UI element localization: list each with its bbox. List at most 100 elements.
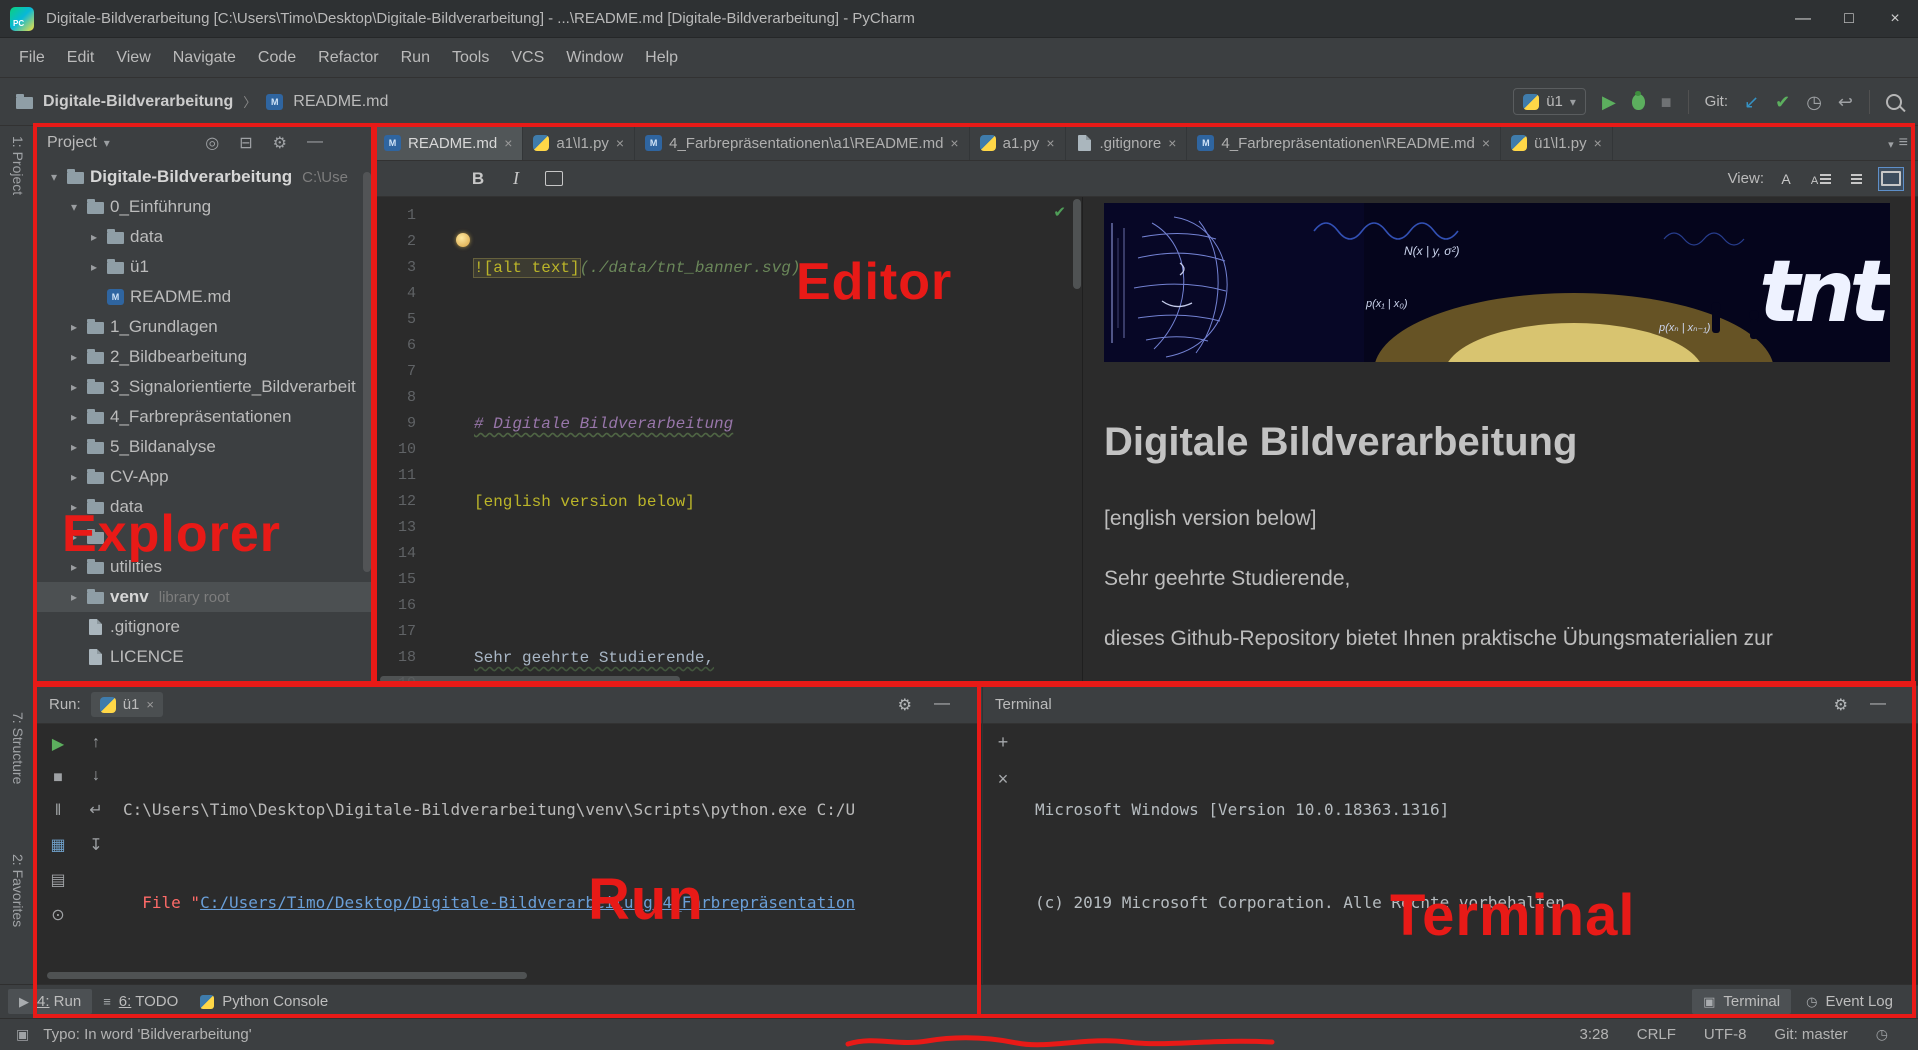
hide-panel-icon[interactable]: — <box>1870 695 1886 715</box>
git-history-button[interactable]: ◷ <box>1806 93 1822 111</box>
run-configuration-select[interactable]: ü1 <box>1513 88 1586 115</box>
git-branch[interactable]: Git: master <box>1774 1026 1847 1043</box>
chevron-right-icon[interactable] <box>67 410 81 424</box>
search-icon[interactable] <box>1886 94 1902 110</box>
chevron-right-icon[interactable] <box>67 500 81 514</box>
editor-tab[interactable]: 4_Farbrepräsentationen\a1\README.md <box>635 126 970 160</box>
project-scrollbar[interactable] <box>363 172 371 572</box>
toolwindow-switcher-icon[interactable]: ▣ <box>16 1026 29 1043</box>
gear-icon[interactable]: ⚙ <box>898 695 912 715</box>
tree-item[interactable]: README.md <box>37 282 373 312</box>
indicator-icon[interactable]: ◷ <box>1876 1026 1888 1043</box>
caret-position[interactable]: 3:28 <box>1580 1026 1609 1043</box>
bold-button[interactable]: B <box>464 166 492 192</box>
menu-item[interactable]: VCS <box>500 49 555 67</box>
lightbulb-icon[interactable] <box>456 233 470 247</box>
chevron-down-icon[interactable] <box>1888 135 1894 152</box>
view-editor-only-button[interactable]: A <box>1773 167 1799 191</box>
italic-button[interactable]: I <box>502 166 530 192</box>
tree-item[interactable]: 3_Signalorientierte_Bildverarbeit <box>37 372 373 402</box>
file-link[interactable]: C:/Users/Timo/Desktop/Digitale-Bildverar… <box>200 893 855 912</box>
gear-icon[interactable]: ⚙ <box>1834 695 1848 715</box>
project-panel-title[interactable]: Project <box>47 134 97 152</box>
maximize-button[interactable]: □ <box>1826 0 1872 37</box>
tree-item[interactable]: LICENCE <box>37 642 373 672</box>
tree-item[interactable]: 4_Farbrepräsentationen <box>37 402 373 432</box>
tree-item[interactable] <box>37 522 373 552</box>
view-split-button[interactable] <box>1808 167 1834 191</box>
tree-item[interactable]: 2_Bildbearbeitung <box>37 342 373 372</box>
close-icon[interactable] <box>616 135 624 151</box>
locate-file-icon[interactable]: ◎ <box>205 133 219 153</box>
tree-item-selected[interactable]: venvlibrary root <box>37 582 373 612</box>
close-button[interactable]: × <box>1872 0 1918 37</box>
tree-item[interactable]: data <box>37 492 373 522</box>
close-icon[interactable] <box>1482 135 1490 151</box>
view-layout-button[interactable] <box>1878 167 1904 191</box>
chevron-right-icon[interactable] <box>67 590 81 604</box>
collapse-all-icon[interactable]: ⊟ <box>239 133 252 153</box>
tool-strip-structure[interactable]: 7: Structure <box>10 712 26 784</box>
menu-item[interactable]: File <box>8 49 56 67</box>
prev-trace-button[interactable]: ↑ <box>92 734 100 752</box>
editor-vertical-scrollbar[interactable] <box>1073 199 1081 289</box>
close-icon[interactable] <box>1594 135 1602 151</box>
tree-item[interactable]: 5_Bildanalyse <box>37 432 373 462</box>
menu-item[interactable]: Tools <box>441 49 500 67</box>
breadcrumb-project[interactable]: Digitale-Bildverarbeitung <box>43 93 233 111</box>
file-encoding[interactable]: UTF-8 <box>1704 1026 1747 1043</box>
editor-tab[interactable]: ü1\l1.py <box>1501 126 1613 160</box>
editor-tab[interactable]: .gitignore <box>1066 126 1188 160</box>
line-separator[interactable]: CRLF <box>1637 1026 1676 1043</box>
editor-tab[interactable]: a1\l1.py <box>523 126 635 160</box>
tool-strip-favorites[interactable]: 2: Favorites <box>10 854 26 927</box>
git-rollback-button[interactable]: ↩ <box>1838 93 1853 111</box>
hide-panel-icon[interactable]: — <box>934 695 950 715</box>
menu-item[interactable]: Refactor <box>307 49 389 67</box>
tree-item[interactable]: data <box>37 222 373 252</box>
chevron-down-icon[interactable] <box>47 170 61 184</box>
restore-layout-button[interactable]: ▦ <box>50 835 65 855</box>
run-button[interactable]: ▶ <box>1602 93 1616 111</box>
inspections-ok-icon[interactable]: ✔ <box>1053 203 1066 221</box>
tree-item[interactable]: .gitignore <box>37 612 373 642</box>
chevron-down-icon[interactable] <box>104 134 110 152</box>
toolwindow-run-button[interactable]: ▶ 4: Run <box>8 989 92 1014</box>
editor-horizontal-scrollbar[interactable] <box>380 676 680 683</box>
tool-strip-project[interactable]: 1: Project <box>10 136 26 195</box>
debug-button[interactable] <box>1632 94 1645 110</box>
close-icon[interactable] <box>1168 135 1176 151</box>
rerun-button[interactable]: ▶ <box>52 734 64 754</box>
menu-item[interactable]: Edit <box>56 49 106 67</box>
new-session-icon[interactable]: + <box>998 732 1009 753</box>
close-icon[interactable] <box>1046 135 1054 151</box>
tree-item[interactable]: CV-App <box>37 462 373 492</box>
close-session-icon[interactable]: × <box>998 769 1009 790</box>
toolwindow-todo-button[interactable]: ≡ 6: TODO <box>92 989 189 1014</box>
terminal-title[interactable]: Terminal <box>995 696 1052 713</box>
tree-item[interactable]: utilities <box>37 552 373 582</box>
next-trace-button[interactable]: ↓ <box>92 767 100 785</box>
soft-wrap-button[interactable]: ↵ <box>89 800 102 820</box>
editor-tab[interactable]: 4_Farbrepräsentationen\README.md <box>1187 126 1501 160</box>
chevron-right-icon[interactable] <box>67 380 81 394</box>
editor-tab[interactable]: README.md <box>374 126 523 160</box>
menu-item[interactable]: View <box>105 49 161 67</box>
tree-item[interactable]: 0_Einführung <box>37 192 373 222</box>
menu-item[interactable]: Run <box>390 49 441 67</box>
pause-output-button[interactable]: ‖ <box>55 802 62 820</box>
chevron-right-icon[interactable] <box>67 320 81 334</box>
tree-item[interactable]: 1_Grundlagen <box>37 312 373 342</box>
chevron-right-icon[interactable] <box>67 470 81 484</box>
menu-item[interactable]: Code <box>247 49 307 67</box>
close-icon[interactable] <box>950 135 958 151</box>
hide-panel-icon[interactable]: — <box>307 133 323 153</box>
menu-item[interactable]: Navigate <box>162 49 247 67</box>
stop-button[interactable]: ■ <box>53 769 63 787</box>
close-icon[interactable] <box>146 697 154 712</box>
tree-item-root[interactable]: Digitale-BildverarbeitungC:\Use <box>37 162 373 192</box>
menu-item[interactable]: Help <box>634 49 689 67</box>
chevron-right-icon[interactable] <box>67 440 81 454</box>
pin-icon[interactable]: ⊙ <box>51 905 64 925</box>
tab-list-icon[interactable] <box>1899 134 1908 152</box>
